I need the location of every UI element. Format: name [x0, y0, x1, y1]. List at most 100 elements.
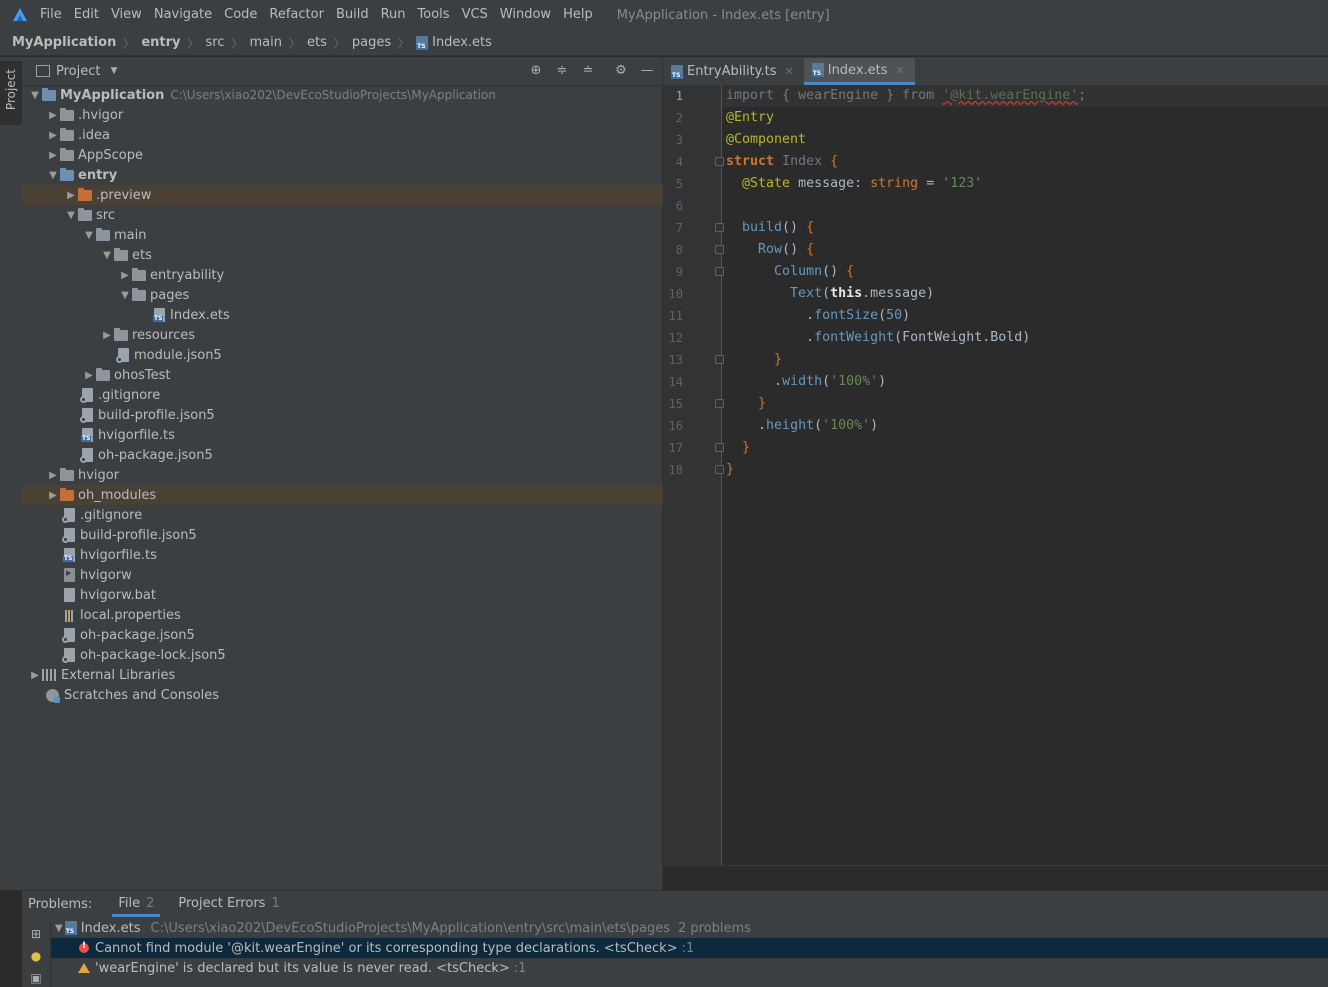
menu-view[interactable]: View	[105, 0, 148, 30]
chevron-down-icon[interactable]: ▼	[118, 290, 132, 301]
tree-item[interactable]: ▼ entry	[22, 165, 686, 185]
chevron-down-icon[interactable]: ▼	[46, 170, 60, 181]
close-icon[interactable]: ✕	[896, 64, 905, 77]
tree-item-label: External Libraries	[61, 667, 176, 683]
tree-item[interactable]: ▼ src	[22, 205, 704, 225]
problem-item[interactable]: Cannot find module '@kit.wearEngine' or …	[51, 938, 1328, 958]
chevron-right-icon[interactable]: ▶	[46, 150, 60, 161]
tree-item[interactable]: oh-package-lock.json5	[22, 645, 704, 665]
project-tool-tab[interactable]: Project	[0, 61, 22, 125]
chevron-down-icon[interactable]: ▼	[82, 230, 96, 241]
tree-item[interactable]: local.properties	[22, 605, 704, 625]
tree-item[interactable]: module.json5	[22, 345, 758, 365]
lightbulb-icon[interactable]: ●	[29, 949, 43, 963]
expand-all-icon[interactable]: ≑	[555, 64, 569, 78]
chevron-right-icon[interactable]: ▶	[46, 470, 60, 481]
tree-item[interactable]: ▶ .hvigor	[22, 105, 686, 125]
minimize-icon[interactable]: —	[640, 64, 654, 78]
tab-file-problems[interactable]: File 2	[112, 891, 161, 917]
chevron-down-icon[interactable]: ▼	[55, 923, 63, 934]
breadcrumb-item[interactable]: pages	[352, 35, 391, 50]
problem-file-row[interactable]: ▼ Index.ets C:\Users\xiao202\DevEcoStudi…	[51, 918, 1328, 938]
breadcrumb-file[interactable]: Index.ets	[416, 35, 492, 50]
script-file-icon	[64, 568, 75, 582]
tree-item[interactable]: ▶ ohosTest	[22, 365, 722, 385]
tree-item[interactable]: hvigorw.bat	[22, 585, 704, 605]
line-number: 5	[675, 177, 683, 191]
code-line-17: }	[742, 440, 751, 455]
breadcrumb-separator-icon: 〉	[123, 36, 135, 50]
chevron-right-icon[interactable]: ▶	[28, 670, 42, 681]
tree-item[interactable]: hvigorfile.ts	[22, 425, 722, 445]
chevron-right-icon[interactable]: ▶	[46, 110, 60, 121]
tree-item[interactable]: hvigorfile.ts	[22, 545, 704, 565]
project-panel-title[interactable]: Project	[56, 64, 100, 79]
code-line-18: }	[726, 462, 735, 477]
tree-item-root[interactable]: ▼ MyApplication C:\Users\xiao202\DevEcoS…	[22, 85, 668, 105]
tree-item[interactable]: ▼ ets	[22, 245, 740, 265]
breadcrumb-item[interactable]: src	[206, 35, 225, 50]
tree-item[interactable]: hvigorw	[22, 565, 704, 585]
breadcrumb-item[interactable]: main	[250, 35, 282, 50]
chevron-right-icon[interactable]: ▶	[46, 130, 60, 141]
code-line-2: @Entry	[726, 110, 775, 125]
tree-item[interactable]: ▶ External Libraries	[22, 665, 668, 685]
collapse-all-icon[interactable]: ≐	[581, 64, 595, 78]
tab-project-errors[interactable]: Project Errors 1	[172, 891, 285, 917]
breadcrumb-item[interactable]: ets	[307, 35, 327, 50]
menu-code[interactable]: Code	[218, 0, 263, 30]
menu-window[interactable]: Window	[494, 0, 557, 30]
tree-item[interactable]: build-profile.json5	[22, 405, 722, 425]
menu-build[interactable]: Build	[330, 0, 375, 30]
line-number: 10	[668, 287, 683, 301]
locate-icon[interactable]: ⊕	[529, 64, 543, 78]
close-icon[interactable]: ✕	[785, 65, 794, 78]
tree-item[interactable]: ▶ entryability	[22, 265, 758, 285]
tree-item[interactable]: .gitignore	[22, 385, 722, 405]
chevron-right-icon[interactable]: ▶	[118, 270, 132, 281]
line-number: 3	[675, 133, 683, 147]
breadcrumb-item[interactable]: MyApplication	[12, 35, 116, 50]
tree-item[interactable]: Scratches and Consoles	[22, 685, 686, 705]
menu-run[interactable]: Run	[375, 0, 412, 30]
preview-icon[interactable]: ▣	[29, 971, 43, 985]
chevron-down-icon[interactable]: ▼	[100, 250, 114, 261]
tab-entryability[interactable]: EntryAbility.ts ✕	[663, 58, 804, 85]
menu-vcs[interactable]: VCS	[456, 0, 494, 30]
chevron-down-icon[interactable]: ▼	[64, 210, 78, 221]
menu-help[interactable]: Help	[557, 0, 599, 30]
code-area[interactable]: import { wearEngine } from '@kit.wearEng…	[722, 85, 1328, 865]
tree-item[interactable]: ▶ .idea	[22, 125, 686, 145]
chevron-down-icon[interactable]: ▼	[110, 66, 117, 76]
tree-item[interactable]: ▶ resources	[22, 325, 740, 345]
chevron-right-icon[interactable]: ▶	[64, 190, 78, 201]
tree-item-label: .gitignore	[98, 387, 161, 403]
tree-item[interactable]: .gitignore	[22, 505, 704, 525]
problems-toolbar: ⊞ ● ▣	[22, 917, 51, 987]
chevron-right-icon[interactable]: ▶	[82, 370, 96, 381]
tree-item[interactable]: ▼ main	[22, 225, 722, 245]
group-by-icon[interactable]: ⊞	[29, 927, 43, 941]
code-line-12: .fontWeight(FontWeight.Bold)	[806, 330, 1031, 345]
breadcrumb-item[interactable]: entry	[141, 35, 180, 50]
menu-refactor[interactable]: Refactor	[263, 0, 330, 30]
chevron-down-icon[interactable]: ▼	[28, 90, 42, 101]
chevron-right-icon[interactable]: ▶	[46, 490, 60, 501]
menu-tools[interactable]: Tools	[412, 0, 456, 30]
line-number: 11	[668, 309, 683, 323]
tab-index[interactable]: Index.ets ✕	[803, 58, 915, 85]
tree-item[interactable]: oh-package.json5	[22, 625, 704, 645]
problem-item[interactable]: 'wearEngine' is declared but its value i…	[51, 958, 1328, 978]
tree-item[interactable]: ▶ AppScope	[22, 145, 686, 165]
tree-item[interactable]: ▶ .preview	[22, 185, 704, 205]
menu-edit[interactable]: Edit	[68, 0, 105, 30]
menu-file[interactable]: File	[34, 0, 68, 30]
chevron-right-icon[interactable]: ▶	[100, 330, 114, 341]
tree-item[interactable]: ▼ pages	[22, 285, 758, 305]
tree-item[interactable]: oh-package.json5	[22, 445, 722, 465]
tree-item[interactable]: build-profile.json5	[22, 525, 704, 545]
menu-navigate[interactable]: Navigate	[148, 0, 218, 30]
tree-item[interactable]: ▶ hvigor	[22, 465, 686, 485]
gear-icon[interactable]: ⚙	[614, 64, 628, 78]
tree-item[interactable]: ▶ oh_modules	[22, 485, 686, 505]
